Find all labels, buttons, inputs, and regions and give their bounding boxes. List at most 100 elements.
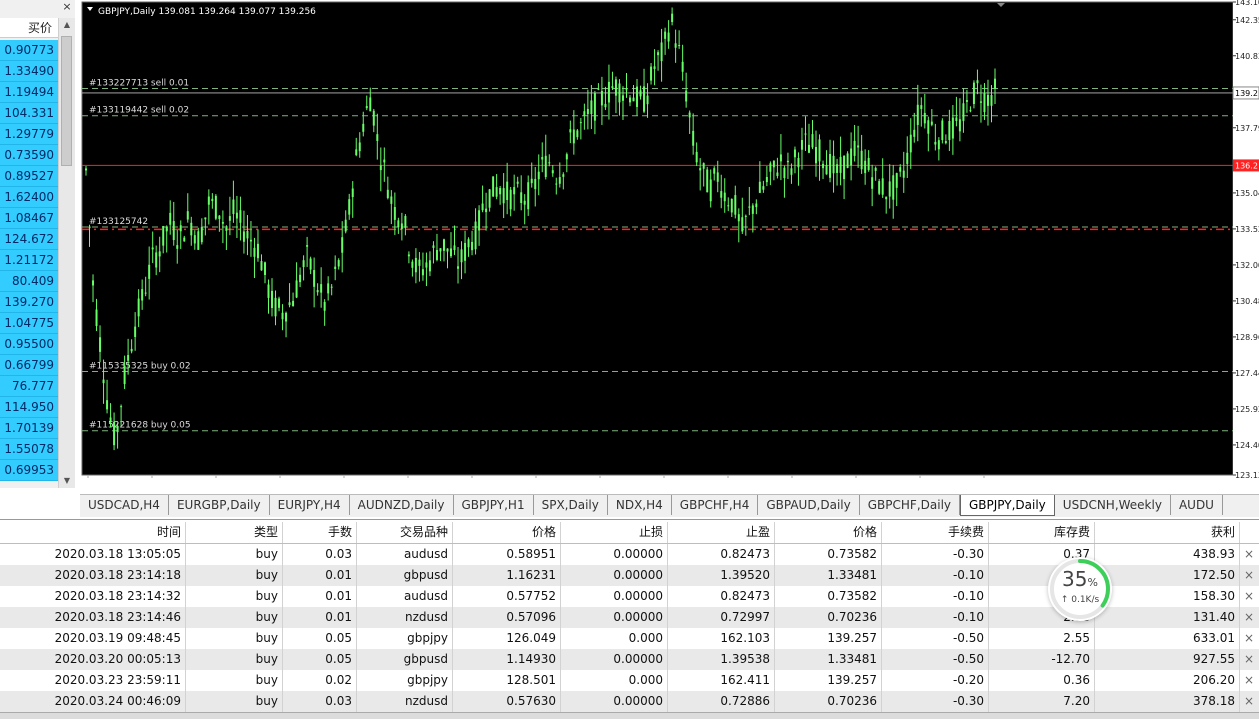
quote-row[interactable]: 76.777 [0,376,58,397]
scroll-thumb[interactable] [61,36,72,166]
column-header[interactable]: 价格 [453,522,561,543]
quote-row[interactable]: 1.55078 [0,439,58,460]
quote-row[interactable]: 0.89527 [0,166,58,187]
close-order-icon[interactable]: × [1240,670,1258,691]
price-chart[interactable]: #133227713 sell 0.01 #133119442 sell 0.02… [80,0,1259,490]
candle-body [256,243,259,259]
candle-body [197,231,200,250]
candle-body [274,297,277,317]
candle-body [657,52,660,56]
bid-column-header[interactable]: 买价 [0,18,58,38]
candle-body [541,157,544,160]
chart-tab[interactable]: GBPCHF,Daily [860,495,960,515]
column-header[interactable]: 手数 [283,522,357,543]
chart-tab[interactable]: GBPCHF,H4 [672,495,759,515]
chart-tab[interactable]: NDX,H4 [608,495,672,515]
column-header[interactable]: 时间 [0,522,186,543]
quote-row[interactable]: 0.69953 [0,460,58,481]
table-cell: 0.00000 [561,649,668,670]
candle-body [165,227,168,232]
chart-tab[interactable]: SPX,Daily [534,495,608,515]
table-cell: buy [186,628,283,649]
quote-row[interactable]: 1.33490 [0,61,58,82]
column-header[interactable]: 类型 [186,522,283,543]
chart-window[interactable]: #133227713 sell 0.01 #133119442 sell 0.02… [80,0,1259,490]
quote-row[interactable]: 1.62400 [0,187,58,208]
close-order-icon[interactable]: × [1240,565,1258,586]
quote-row[interactable]: 1.08467 [0,208,58,229]
candle-body [316,290,319,293]
price-axis-label: 133.52 [1235,225,1259,234]
quote-row[interactable]: 1.21172 [0,250,58,271]
close-order-icon[interactable]: × [1240,607,1258,628]
quote-row[interactable]: 139.270 [0,292,58,313]
quote-row[interactable]: 1.19494 [0,82,58,103]
close-order-icon[interactable]: × [1240,691,1258,712]
table-cell: buy [186,565,283,586]
close-order-icon[interactable]: × [1240,544,1258,565]
quote-row[interactable]: 104.331 [0,103,58,124]
close-icon[interactable]: × [60,0,74,14]
table-row[interactable]: 2020.03.24 00:46:09 buy 0.03 nzdusd 0.57630 0… [0,691,1259,712]
candle-body [348,199,351,215]
close-order-icon[interactable]: × [1240,628,1258,649]
quote-scrollbar[interactable]: ▲ ▼ [58,18,75,488]
candle-body [218,215,221,220]
column-header[interactable]: 交易品种 [357,522,453,543]
candle-body [341,237,344,253]
network-speed-widget[interactable]: 35% ↑ 0.1K/s [1048,557,1112,621]
chart-tab[interactable]: GBPJPY,Daily [960,495,1055,516]
quote-row[interactable]: 0.90773 [0,40,58,61]
column-header[interactable]: 价格 [775,522,882,543]
table-cell: buy [186,607,283,628]
candle-body [453,245,456,251]
column-header[interactable]: 库存费 [989,522,1095,543]
table-row[interactable]: 2020.03.23 23:59:11 buy 0.02 gbpjpy 128.501 0… [0,670,1259,691]
quote-row[interactable]: 124.672 [0,229,58,250]
table-row[interactable]: 2020.03.20 00:05:13 buy 0.05 gbpusd 1.14930 0… [0,649,1259,670]
chart-tab[interactable]: AUDNZD,Daily [350,495,454,515]
candle-body [618,83,621,103]
quote-row[interactable]: 80.409 [0,271,58,292]
scroll-down-icon[interactable]: ▼ [59,474,75,488]
close-order-icon[interactable]: × [1240,649,1258,670]
close-order-icon[interactable]: × [1240,586,1258,607]
candle-body [509,189,512,210]
table-cell: 2020.03.19 09:48:45 [0,628,186,649]
price-axis-label: 143.10 [1235,0,1259,7]
quote-row[interactable]: 1.29779 [0,124,58,145]
table-cell: 0.000 [561,670,668,691]
table-row[interactable]: 2020.03.19 09:48:45 buy 0.05 gbpjpy 126.049 0… [0,628,1259,649]
chart-tab[interactable]: EURJPY,H4 [270,495,350,515]
quote-row[interactable]: 1.04775 [0,313,58,334]
candle-body [976,80,979,84]
column-header[interactable]: 止损 [561,522,668,543]
price-axis-label: 135.04 [1235,189,1259,198]
quote-row[interactable]: 114.950 [0,397,58,418]
chart-tab[interactable]: GBPJPY,H1 [454,495,534,515]
chart-tab[interactable]: EURGBP,Daily [169,495,270,515]
table-cell: 0.00000 [561,586,668,607]
candle-body [106,400,109,410]
chart-tab[interactable]: GBPAUD,Daily [758,495,860,515]
scroll-up-icon[interactable]: ▲ [59,18,75,32]
quote-row[interactable]: 0.66799 [0,355,58,376]
candle-body [351,188,354,198]
table-cell: 0.57752 [453,586,561,607]
table-cell: 0.00000 [561,565,668,586]
quote-row[interactable]: 0.95500 [0,334,58,355]
candle-body [450,248,453,257]
candle-body [221,221,224,224]
column-header[interactable]: 止盈 [668,522,775,543]
column-header[interactable]: 获利 [1095,522,1240,543]
candle-body [899,167,902,172]
column-header[interactable]: 手续费 [882,522,989,543]
chart-tab[interactable]: AUDU [1171,495,1223,515]
quote-row[interactable]: 1.70139 [0,418,58,439]
quote-row[interactable]: 0.73590 [0,145,58,166]
candle-body [176,245,179,249]
candle-body [334,266,337,269]
chart-tab[interactable]: USDCAD,H4 [80,495,169,515]
candle-body [758,181,761,193]
chart-tab[interactable]: USDCNH,Weekly [1055,495,1171,515]
